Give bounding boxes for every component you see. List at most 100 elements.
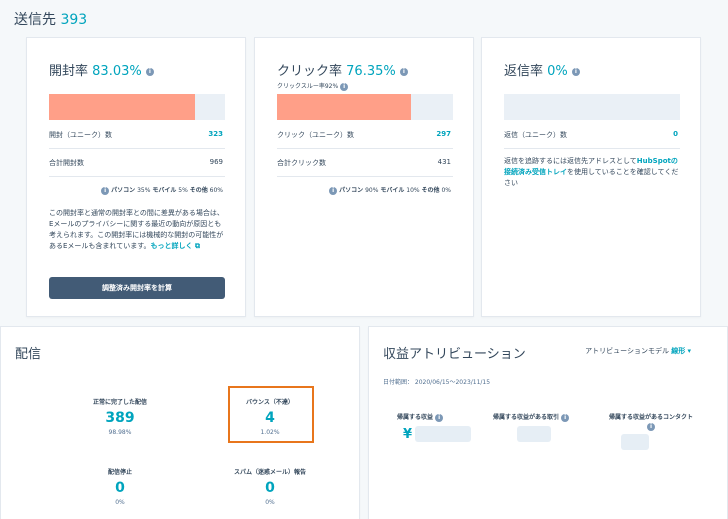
mobile-label: モバイル	[380, 187, 405, 194]
click-rate-title: クリック率 76.35% i	[277, 60, 408, 79]
ctr-label: クリックスルー率92% i	[277, 81, 349, 91]
divider	[277, 176, 453, 177]
info-icon[interactable]: i	[561, 413, 570, 422]
revenue-title: 収益アトリビューション	[383, 347, 526, 362]
delivery-title: 配信	[15, 347, 42, 362]
divider	[277, 148, 453, 149]
open-rate-value: 83.03%	[92, 64, 142, 79]
reply-rate-bar	[504, 94, 680, 120]
divider	[49, 148, 225, 149]
ctr-text: クリックスルー率92%	[277, 83, 339, 90]
attribution-model-label: アトリビューションモデル	[585, 347, 670, 355]
open-total-value: 969	[209, 158, 223, 166]
unsubscribe-stat: 配信停止 0 0%	[65, 467, 175, 506]
reply-rate-title: 返信率 0% i	[504, 60, 580, 79]
pc-value: 35%	[137, 187, 151, 194]
delivery-card: 配信 正常に完了した配信 389 98.98% バウンス（不達） 4 1.02%…	[0, 326, 360, 519]
click-rate-label: クリック率	[277, 64, 343, 79]
open-device-breakdown: i パソコン 35% モバイル 5% その他 60%	[101, 185, 223, 195]
info-icon[interactable]: i	[340, 82, 349, 91]
spam-value[interactable]: 0	[215, 480, 325, 496]
revenue-col-contacts: 帰属する収益があるコンタクト i	[591, 412, 711, 431]
spam-stat: スパム（迷惑メール）報告 0 0%	[215, 467, 325, 506]
unsubscribe-value[interactable]: 0	[65, 480, 175, 496]
currency-symbol: ¥	[403, 427, 413, 442]
other-value: 60%	[209, 187, 223, 194]
chevron-down-icon: ▾	[687, 347, 691, 355]
recipients-label: 送信先	[14, 12, 56, 28]
info-icon[interactable]: i	[145, 67, 154, 76]
attribution-model-selector[interactable]: アトリビューションモデル 線形 ▾	[585, 346, 691, 356]
revenue-col-attributed: 帰属する収益 i	[397, 412, 444, 422]
click-rate-bar-fill	[277, 94, 411, 120]
open-rate-label: 開封率	[49, 64, 89, 79]
mobile-label: モバイル	[152, 187, 177, 194]
bounce-pct: 1.02%	[260, 429, 280, 436]
divider	[504, 148, 680, 149]
click-unique-value[interactable]: 297	[436, 130, 451, 138]
open-unique-label: 開封（ユニーク）数	[49, 131, 112, 139]
mobile-value: 5%	[178, 187, 188, 194]
click-device-breakdown: i パソコン 90% モバイル 10% その他 0%	[329, 185, 451, 195]
redacted-revenue-value	[415, 426, 471, 442]
other-value: 0%	[441, 187, 451, 194]
info-icon[interactable]: i	[329, 186, 338, 195]
revenue-attribution-card: 収益アトリビューション アトリビューションモデル 線形 ▾ 日付範囲： 2020…	[368, 326, 728, 519]
learn-more-link[interactable]: もっと詳しく ⧉	[151, 242, 200, 250]
bounce-stat: バウンス（不達） 4 1.02%	[215, 397, 325, 436]
info-icon[interactable]: i	[101, 186, 110, 195]
redacted-deals-value	[517, 426, 551, 442]
reply-description: 返信を追跡するには返信先アドレスとしてHubSpotの接続済み受信トレイを使用し…	[504, 156, 682, 189]
recipients-count: 393	[60, 12, 88, 28]
reply-unique-value: 0	[673, 130, 678, 138]
attribution-model-value[interactable]: 線形	[671, 347, 685, 355]
calculate-adjusted-open-rate-button[interactable]: 調整済み開封率を計算	[49, 277, 225, 299]
click-rate-card: クリック率 76.35% i クリックスルー率92% i クリック（ユニーク）数…	[254, 37, 474, 317]
click-rate-value: 76.35%	[346, 64, 396, 79]
pc-label: パソコン	[339, 187, 364, 194]
date-range: 日付範囲： 2020/06/15～2023/11/15	[383, 379, 491, 386]
reply-desc-text: 返信を追跡するには返信先アドレスとして	[504, 157, 637, 165]
reply-rate-label: 返信率	[504, 64, 544, 79]
info-icon[interactable]: i	[647, 423, 655, 431]
other-label: その他	[189, 187, 208, 194]
learn-more-label: もっと詳しく	[150, 242, 193, 250]
spam-pct: 0%	[265, 499, 275, 506]
open-unique-value[interactable]: 323	[208, 130, 223, 138]
open-rate-bar-fill	[49, 94, 196, 120]
open-rate-card: 開封率 83.03% i 開封（ユニーク）数 323 合計開封数 969 i パ…	[26, 37, 246, 317]
open-rate-description: この開封率と通常の開封率との間に差異がある場合は、Eメールのプライバシーに関する…	[49, 208, 227, 252]
recipients-header: 送信先 393	[14, 9, 87, 29]
click-rate-bar	[277, 94, 453, 120]
reply-unique-label: 返信（ユニーク）数	[504, 131, 567, 139]
reply-rate-value: 0%	[547, 64, 568, 79]
delivered-pct: 98.98%	[108, 429, 132, 436]
other-label: その他	[421, 187, 440, 194]
info-icon[interactable]: i	[399, 67, 408, 76]
click-unique-label: クリック（ユニーク）数	[277, 131, 354, 139]
unsubscribe-label: 配信停止	[107, 469, 132, 476]
open-rate-bar	[49, 94, 225, 120]
mobile-value: 10%	[406, 187, 420, 194]
attributed-deals-label: 帰属する収益がある取引	[493, 414, 560, 421]
external-link-icon: ⧉	[194, 242, 200, 250]
pc-value: 90%	[365, 187, 379, 194]
info-icon[interactable]: i	[571, 67, 580, 76]
open-total-label: 合計開封数	[49, 159, 84, 167]
open-rate-title: 開封率 83.03% i	[49, 60, 154, 79]
click-total-label: 合計クリック数	[277, 159, 326, 167]
bounce-value[interactable]: 4	[215, 410, 325, 426]
reply-rate-card: 返信率 0% i 返信（ユニーク）数 0 返信を追跡するには返信先アドレスとして…	[481, 37, 701, 317]
redacted-contacts-value	[621, 434, 649, 450]
click-total-value: 431	[437, 158, 451, 166]
pc-label: パソコン	[111, 187, 136, 194]
divider	[49, 176, 225, 177]
delivered-value[interactable]: 389	[65, 410, 175, 426]
unsubscribe-pct: 0%	[115, 499, 125, 506]
delivered-stat: 正常に完了した配信 389 98.98%	[65, 397, 175, 436]
attributed-contacts-label: 帰属する収益があるコンタクト	[608, 414, 693, 421]
bounce-label: バウンス（不達）	[246, 399, 294, 406]
spam-label: スパム（迷惑メール）報告	[233, 469, 306, 476]
info-icon[interactable]: i	[435, 413, 444, 422]
revenue-col-deals: 帰属する収益がある取引 i	[493, 412, 570, 422]
